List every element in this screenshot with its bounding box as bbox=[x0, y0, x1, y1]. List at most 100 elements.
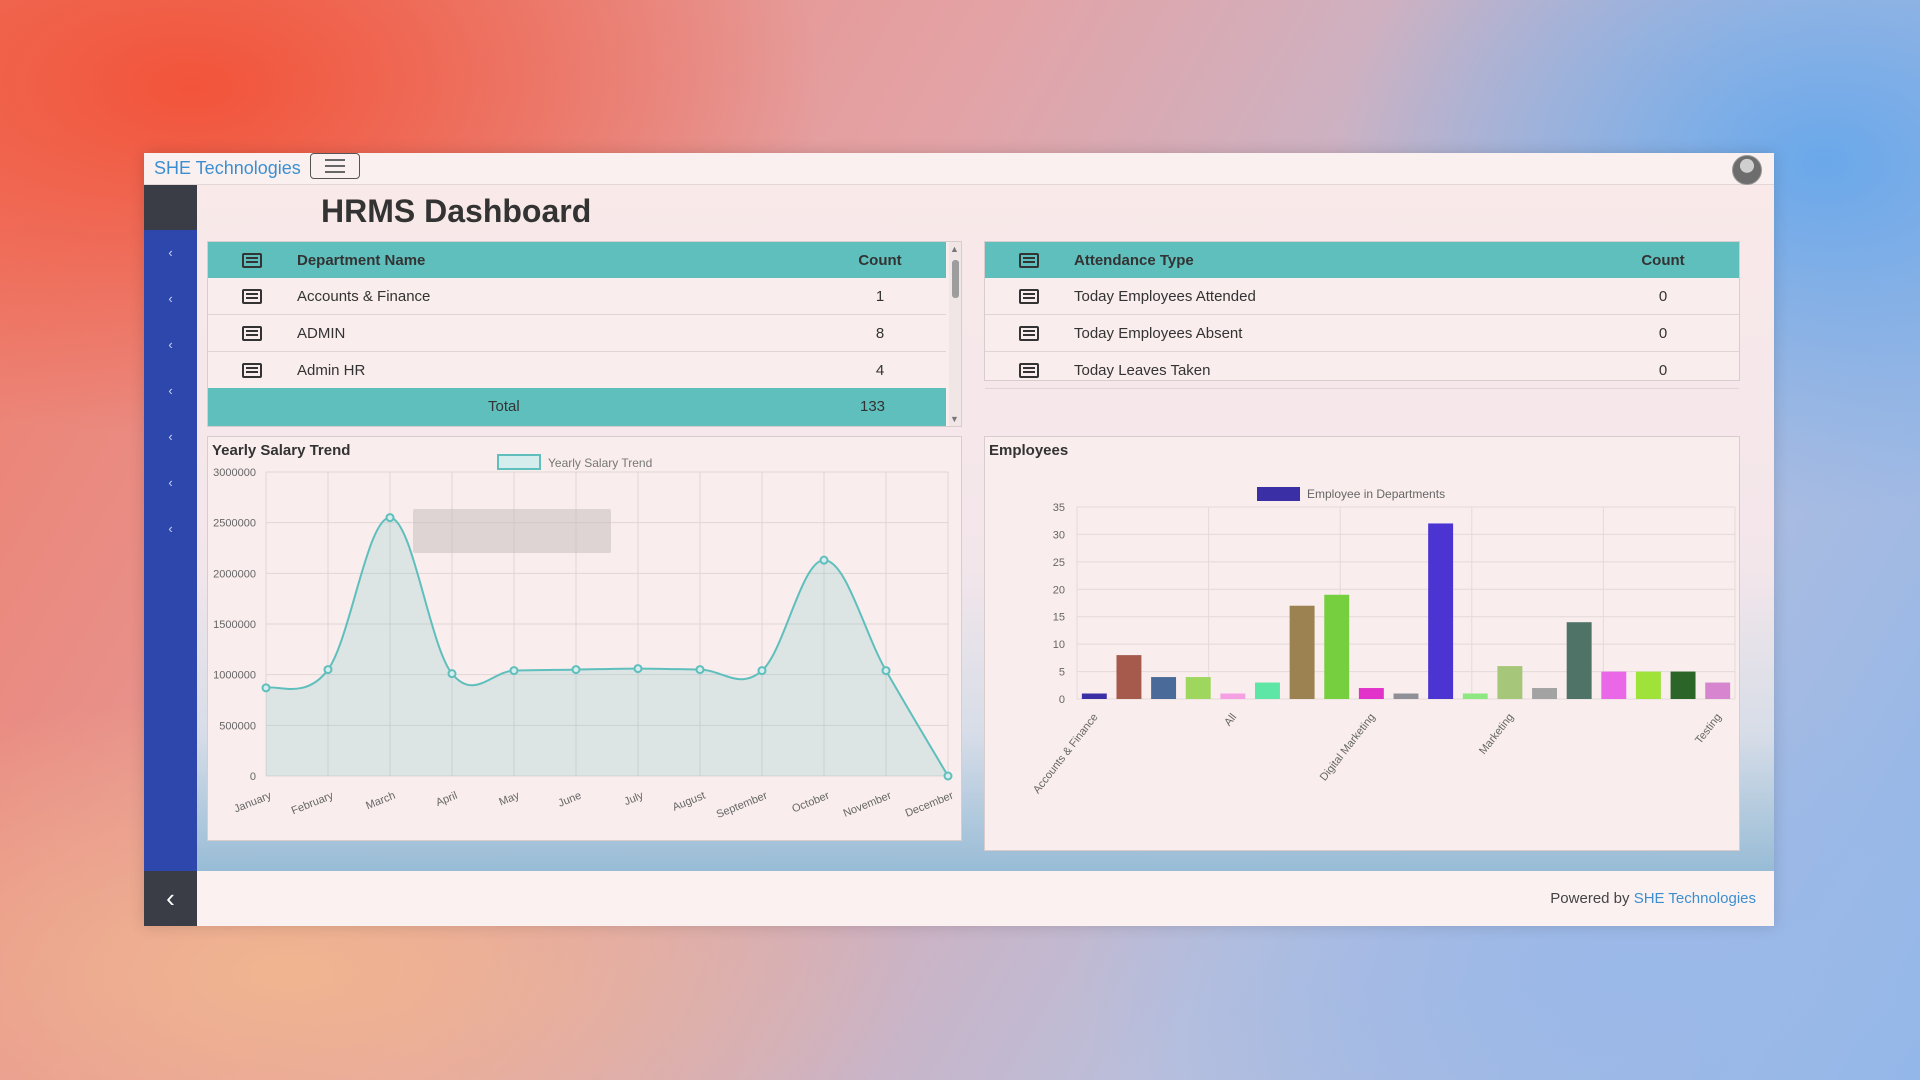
bar[interactable] bbox=[1324, 594, 1350, 699]
table-row[interactable]: Today Employees Attended 0 bbox=[985, 278, 1739, 315]
data-point[interactable] bbox=[509, 666, 519, 676]
sidebar: ‹ ‹ ‹ ‹ ‹ ‹ ‹ ‹ bbox=[144, 185, 197, 926]
bar[interactable] bbox=[1670, 671, 1696, 699]
table-header-row: Attendance Type Count bbox=[985, 242, 1739, 278]
table-row[interactable]: ADMIN 8 bbox=[208, 314, 946, 352]
department-table-scroll[interactable]: Department Name Count Accounts & Finance… bbox=[208, 242, 946, 390]
data-point[interactable] bbox=[447, 669, 457, 679]
sidebar-header bbox=[144, 185, 197, 230]
chevron-left-icon: ‹ bbox=[168, 245, 173, 260]
sidebar-item-4[interactable]: ‹ bbox=[144, 383, 197, 398]
y-tick-label: 30 bbox=[1053, 529, 1065, 541]
bar[interactable] bbox=[1532, 688, 1557, 699]
row-icon-cell bbox=[985, 314, 1073, 352]
column-header-attendance-type[interactable]: Attendance Type bbox=[1073, 242, 1587, 278]
department-name-cell: Admin HR bbox=[296, 351, 814, 389]
sidebar-collapse-button[interactable]: ‹ bbox=[144, 871, 197, 926]
column-header-count[interactable]: Count bbox=[1587, 242, 1739, 278]
data-point[interactable] bbox=[385, 513, 395, 523]
y-tick-label: 3000000 bbox=[213, 467, 256, 479]
data-point[interactable] bbox=[881, 666, 891, 676]
count-cell: 0 bbox=[1587, 351, 1739, 389]
department-table-panel: Department Name Count Accounts & Finance… bbox=[207, 241, 962, 427]
list-icon bbox=[242, 289, 262, 305]
data-point[interactable] bbox=[695, 665, 705, 675]
bar[interactable] bbox=[1462, 693, 1488, 699]
footer-link[interactable]: SHE Technologies bbox=[1634, 890, 1756, 907]
bar[interactable] bbox=[1116, 655, 1142, 699]
table-row[interactable]: Accounts & Finance 1 bbox=[208, 278, 946, 315]
data-point[interactable] bbox=[819, 555, 829, 565]
list-icon bbox=[1019, 253, 1039, 269]
bar[interactable] bbox=[1255, 682, 1280, 699]
bar[interactable] bbox=[1497, 666, 1523, 699]
bar[interactable] bbox=[1635, 671, 1661, 699]
bar[interactable] bbox=[1151, 677, 1177, 699]
column-header-department-name[interactable]: Department Name bbox=[296, 242, 814, 278]
user-avatar[interactable] bbox=[1732, 155, 1762, 185]
data-point[interactable] bbox=[943, 771, 953, 781]
bar[interactable] bbox=[1220, 693, 1246, 699]
list-icon bbox=[242, 253, 262, 269]
employees-chart: Employee in Departments 0 5 10 15 20 25 30 35 Ac… bbox=[1031, 487, 1736, 796]
attendance-table: Attendance Type Count Today Employees At… bbox=[985, 242, 1739, 389]
x-tick-label: Testing bbox=[1693, 711, 1724, 746]
bar[interactable] bbox=[1358, 688, 1384, 699]
table-row[interactable]: Today Leaves Taken 0 bbox=[985, 351, 1739, 389]
attendance-table-panel: Attendance Type Count Today Employees At… bbox=[984, 241, 1740, 389]
bar[interactable] bbox=[1289, 605, 1315, 699]
chevron-left-icon: ‹ bbox=[168, 475, 173, 490]
bar[interactable] bbox=[1428, 523, 1454, 699]
department-table-scrollbar[interactable]: ▲ ▼ bbox=[949, 242, 961, 426]
bar[interactable] bbox=[1185, 677, 1211, 699]
bar[interactable] bbox=[1393, 693, 1419, 699]
attendance-type-cell: Today Employees Attended bbox=[1073, 278, 1587, 315]
menu-toggle-button[interactable] bbox=[310, 153, 360, 179]
bar[interactable] bbox=[1081, 693, 1107, 699]
attendance-type-cell: Today Employees Absent bbox=[1073, 314, 1587, 352]
data-point[interactable] bbox=[757, 666, 767, 676]
y-tick-label: 0 bbox=[250, 771, 256, 783]
table-row[interactable]: Admin HR 4 bbox=[208, 351, 946, 389]
sidebar-item-6[interactable]: ‹ bbox=[144, 475, 197, 490]
total-value: 133 bbox=[860, 398, 886, 415]
sidebar-item-2[interactable]: ‹ bbox=[144, 291, 197, 306]
data-point[interactable] bbox=[571, 665, 581, 675]
count-cell: 0 bbox=[1587, 314, 1739, 352]
bar[interactable] bbox=[1566, 622, 1592, 699]
x-tick-label: March bbox=[364, 790, 397, 813]
x-tick-label: All bbox=[1222, 711, 1239, 728]
row-icon-cell bbox=[985, 278, 1073, 315]
brand-link[interactable]: SHE Technologies bbox=[154, 153, 301, 184]
y-tick-label: 35 bbox=[1053, 502, 1065, 514]
data-point[interactable] bbox=[633, 664, 643, 674]
legend-label[interactable]: Employee in Departments bbox=[1307, 487, 1445, 501]
scroll-down-icon[interactable]: ▼ bbox=[950, 414, 959, 424]
footer: Powered by SHE Technologies bbox=[197, 871, 1774, 926]
row-icon-cell bbox=[208, 351, 296, 389]
sidebar-item-5[interactable]: ‹ bbox=[144, 429, 197, 444]
department-name-cell: Accounts & Finance bbox=[296, 278, 814, 315]
header-icon-cell bbox=[985, 242, 1073, 278]
x-tick-label: December bbox=[904, 790, 956, 820]
sidebar-item-3[interactable]: ‹ bbox=[144, 337, 197, 352]
data-point[interactable] bbox=[323, 665, 333, 675]
scrollbar-thumb[interactable] bbox=[952, 260, 959, 298]
x-tick-label: July bbox=[622, 789, 645, 808]
x-tick-label: April bbox=[434, 790, 459, 809]
column-header-count[interactable]: Count bbox=[814, 242, 946, 278]
y-tick-label: 5 bbox=[1059, 667, 1065, 679]
sidebar-item-7[interactable]: ‹ bbox=[144, 521, 197, 536]
scroll-up-icon[interactable]: ▲ bbox=[950, 244, 959, 254]
bar[interactable] bbox=[1601, 671, 1627, 699]
footer-prefix: Powered by bbox=[1550, 890, 1630, 907]
sidebar-item-1[interactable]: ‹ bbox=[144, 245, 197, 260]
bar[interactable] bbox=[1705, 682, 1731, 699]
legend-label[interactable]: Yearly Salary Trend bbox=[548, 456, 652, 470]
y-tick-label: 10 bbox=[1053, 639, 1065, 651]
x-tick-label: September bbox=[715, 790, 770, 821]
data-point[interactable] bbox=[261, 683, 271, 693]
table-row[interactable]: Today Employees Absent 0 bbox=[985, 314, 1739, 352]
total-label: Total bbox=[488, 398, 520, 415]
chevron-left-icon: ‹ bbox=[168, 521, 173, 536]
